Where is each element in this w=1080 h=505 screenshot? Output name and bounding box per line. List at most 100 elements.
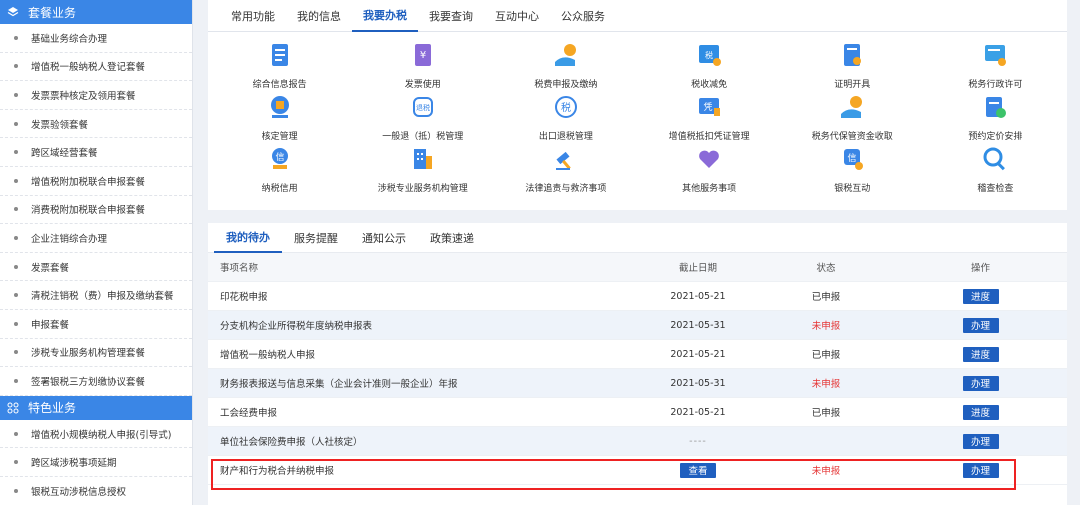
service-tile[interactable]: ¥ 发票使用 xyxy=(351,42,494,94)
action-cell: 办理 xyxy=(894,375,1067,391)
service-tile[interactable]: 预约定价安排 xyxy=(924,94,1067,146)
sidebar: 套餐业务 基础业务综合办理增值税一般纳税人登记套餐 发票票种核定及领用套餐发票验领… xyxy=(0,0,193,505)
sidebar-item[interactable]: 跨区域涉税事项延期 xyxy=(0,448,192,477)
service-tile[interactable]: 综合信息报告 xyxy=(208,42,351,94)
sidebar-item[interactable]: 签署银税三方划缴协议套餐 xyxy=(0,367,192,396)
service-tile-label: 发票使用 xyxy=(404,80,441,90)
svg-text:¥: ¥ xyxy=(420,50,426,61)
vat-voucher-icon: 凭 xyxy=(696,94,722,123)
handle-button[interactable]: 办理 xyxy=(962,375,999,391)
service-icon-panel: 综合信息报告 ¥ 发票使用 税费申报及缴纳 税税收减免 证明开具 税务行政许可核定管理 退税一… xyxy=(208,32,1067,210)
bullet-icon xyxy=(14,488,18,493)
service-tile[interactable]: 涉税专业服务机构管理 xyxy=(351,146,494,198)
sidebar-item[interactable]: 发票套餐 xyxy=(0,253,192,282)
progress-button[interactable]: 进度 xyxy=(962,346,999,362)
service-tile[interactable]: 信纳税信用 xyxy=(208,146,351,198)
sidebar-item[interactable]: 消费税附加税联合申报套餐 xyxy=(0,196,192,225)
table-row: 单位社会保险费申报（人社核定） ---- 办理 xyxy=(208,427,1067,456)
service-tile[interactable]: 稽查检查 xyxy=(924,146,1067,198)
todo-tab[interactable]: 政策速递 xyxy=(418,223,486,253)
sidebar-item[interactable]: 基础业务综合办理 xyxy=(0,24,192,53)
tax-payment-icon xyxy=(553,42,579,71)
handle-button[interactable]: 办理 xyxy=(962,462,999,478)
handle-button[interactable]: 办理 xyxy=(962,433,999,449)
todo-tab[interactable]: 通知公示 xyxy=(350,223,418,253)
sidebar-item-label: 发票票种核定及领用套餐 xyxy=(31,90,136,102)
top-tab[interactable]: 我的信息 xyxy=(286,0,352,32)
tax-reduction-icon: 税 xyxy=(696,42,722,71)
sidebar-item[interactable]: 增值税小规模纳税人申报(引导式) xyxy=(0,420,192,449)
sidebar-item[interactable]: 跨区域经营套餐 xyxy=(0,138,192,167)
task-name: 工会经费申报 xyxy=(220,408,278,419)
agency-icon xyxy=(410,146,436,175)
top-tab[interactable]: 公众服务 xyxy=(550,0,616,32)
due-date: 2021-05-31 xyxy=(638,378,758,389)
top-tab[interactable]: 我要办税 xyxy=(352,0,418,32)
service-tile[interactable]: 税出口退税管理 xyxy=(494,94,637,146)
sidebar-section-package[interactable]: 套餐业务 xyxy=(0,0,192,24)
law-icon xyxy=(553,146,579,175)
sidebar-item[interactable]: 银税互动涉税信息授权 xyxy=(0,477,192,505)
service-tile-label: 稽查检查 xyxy=(977,184,1014,194)
table-row: 财产和行为税合并纳税申报 查看 未申报 办理 xyxy=(208,456,1067,485)
bullet-icon xyxy=(14,293,18,298)
invoice-icon: ¥ xyxy=(410,42,436,71)
top-tab[interactable]: 我要查询 xyxy=(418,0,484,32)
sidebar-item-label: 增值税附加税联合申报套餐 xyxy=(31,176,146,188)
bullet-icon xyxy=(14,178,18,183)
todo-tab[interactable]: 我的待办 xyxy=(214,223,282,253)
sidebar-item-label: 涉税专业服务机构管理套餐 xyxy=(31,348,146,360)
service-tile[interactable]: 税税收减免 xyxy=(638,42,781,94)
todo-table: 事项名称 截止日期 状态 操作 印花税申报 2021-05-21 已申报 进度 分支机构企业所得… xyxy=(208,253,1067,485)
sidebar-section-label: 特色业务 xyxy=(28,401,77,416)
sidebar-item[interactable]: 发票验领套餐 xyxy=(0,110,192,139)
service-tile[interactable]: 凭增值税抵扣凭证管理 xyxy=(638,94,781,146)
credit-icon: 信 xyxy=(267,146,293,175)
sidebar-item[interactable]: 涉税专业服务机构管理套餐 xyxy=(0,339,192,368)
column-header: 操作 xyxy=(970,263,990,274)
sidebar-item-label: 银税互动涉税信息授权 xyxy=(31,486,127,498)
table-row: 工会经费申报 2021-05-21 已申报 进度 xyxy=(208,398,1067,427)
service-tile[interactable]: 法律追责与救济事项 xyxy=(494,146,637,198)
sidebar-section-special[interactable]: 特色业务 xyxy=(0,395,192,420)
sidebar-item[interactable]: 企业注销综合办理 xyxy=(0,224,192,253)
sidebar-item-label: 发票套餐 xyxy=(31,262,70,274)
service-tile[interactable]: 税务行政许可 xyxy=(924,42,1067,94)
service-tile[interactable]: 税务代保管资金收取 xyxy=(781,94,924,146)
handle-button[interactable]: 办理 xyxy=(962,317,999,333)
todo-tab[interactable]: 服务提醒 xyxy=(282,223,350,253)
column-header: 事项名称 xyxy=(220,263,259,274)
service-tile[interactable]: 其他服务事项 xyxy=(638,146,781,198)
service-tile-label: 税费申报及缴纳 xyxy=(534,80,598,90)
bullet-icon xyxy=(14,431,18,436)
todo-tabs: 我的待办 服务提醒 通知公示 政策速递 xyxy=(208,223,1067,253)
sidebar-item-label: 增值税一般纳税人登记套餐 xyxy=(31,62,146,74)
table-header: 事项名称 截止日期 状态 操作 xyxy=(208,253,1067,282)
service-tile[interactable]: 信银税互动 xyxy=(781,146,924,198)
view-button[interactable]: 查看 xyxy=(680,462,716,478)
action-cell: 办理 xyxy=(894,317,1067,333)
top-tab[interactable]: 互动中心 xyxy=(484,0,550,32)
service-tile[interactable]: 退税 一般退（抵）税管理 xyxy=(351,94,494,146)
export-refund-icon: 税 xyxy=(553,94,579,123)
due-date: 查看 xyxy=(638,462,758,478)
service-tile[interactable]: 证明开具 xyxy=(781,42,924,94)
progress-button[interactable]: 进度 xyxy=(962,288,999,304)
sidebar-item[interactable]: 增值税一般纳税人登记套餐 xyxy=(0,53,192,82)
sidebar-item[interactable]: 清税注销税（费）申报及缴纳套餐 xyxy=(0,281,192,310)
status-text: 未申报 xyxy=(811,379,841,390)
sidebar-item[interactable]: 发票票种核定及领用套餐 xyxy=(0,81,192,110)
progress-button[interactable]: 进度 xyxy=(962,404,999,420)
due-date: 2021-05-21 xyxy=(638,349,758,360)
service-tile[interactable]: 核定管理 xyxy=(208,94,351,146)
service-tile[interactable]: 税费申报及缴纳 xyxy=(494,42,637,94)
column-header: 截止日期 xyxy=(678,263,717,274)
sidebar-item[interactable]: 增值税附加税联合申报套餐 xyxy=(0,167,192,196)
svg-text:信: 信 xyxy=(275,151,284,163)
top-tab[interactable]: 常用功能 xyxy=(220,0,286,32)
svg-text:税: 税 xyxy=(561,101,571,114)
bullet-icon xyxy=(14,121,18,126)
service-tile-label: 预约定价安排 xyxy=(968,132,1023,142)
certificate-icon xyxy=(839,42,865,71)
sidebar-item[interactable]: 申报套餐 xyxy=(0,310,192,339)
